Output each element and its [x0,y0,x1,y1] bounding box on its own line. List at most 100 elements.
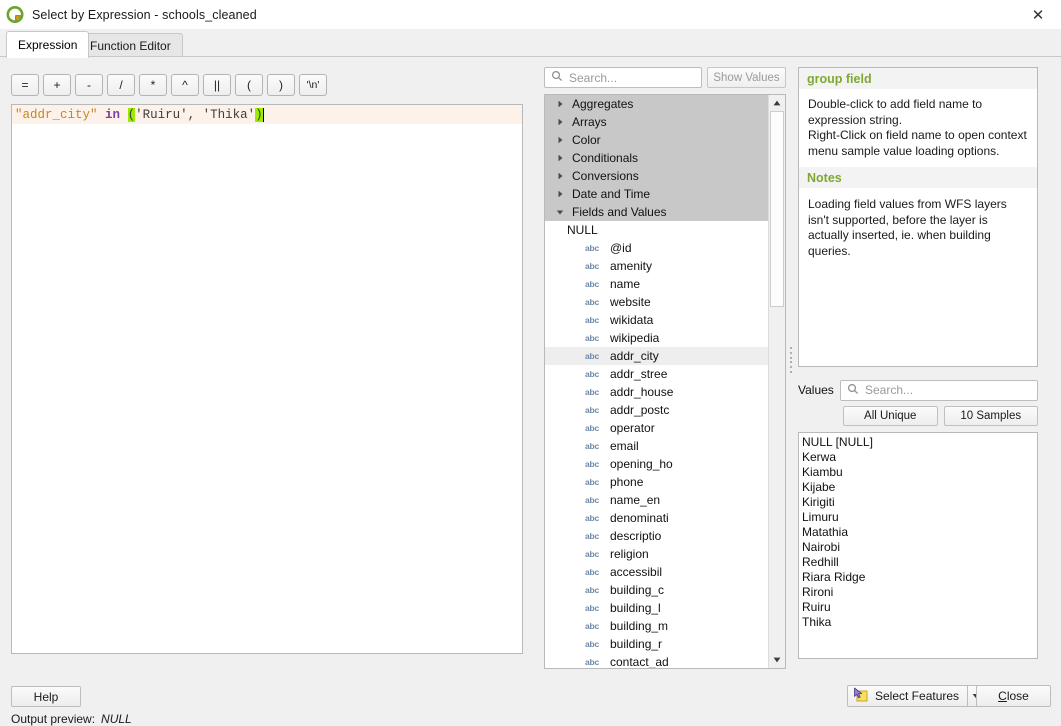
values-list-item[interactable]: Kiambu [802,465,1037,480]
abc-icon: abc [585,567,600,577]
tab-expression[interactable]: Expression [6,31,90,58]
operator-button-minus[interactable]: - [75,74,103,96]
tree-field-null[interactable]: NULL [545,221,769,239]
values-list-item[interactable]: Thika [802,615,1037,630]
tree-field-phone[interactable]: abc phone [545,473,769,491]
tree-field-wikidata[interactable]: abc wikidata [545,311,769,329]
tree-field-label: building_r [610,637,663,651]
function-tree-scrollbar[interactable] [768,95,785,668]
tree-field-denominati[interactable]: abc denominati [545,509,769,527]
values-list-item[interactable]: Limuru [802,510,1037,525]
tree-field-wikipedia[interactable]: abc wikipedia [545,329,769,347]
tree-field-building-l[interactable]: abc building_l [545,599,769,617]
values-list-item[interactable]: NULL [NULL] [802,435,1037,450]
abc-icon: abc [585,423,600,433]
values-list-item[interactable]: Rironi [802,585,1037,600]
close-icon[interactable]: ✕ [1015,0,1061,29]
abc-icon: abc [585,441,600,451]
tree-field-building-c[interactable]: abc building_c [545,581,769,599]
abc-icon: abc [585,243,600,253]
abc-icon: abc [585,459,600,469]
tree-field-website[interactable]: abc website [545,293,769,311]
tab-function-editor[interactable]: Function Editor [78,33,183,57]
values-list-item[interactable]: Kerwa [802,450,1037,465]
scrollbar-thumb[interactable] [770,111,784,307]
tree-field-amenity[interactable]: abc amenity [545,257,769,275]
tree-field-religion[interactable]: abc religion [545,545,769,563]
ten-samples-button[interactable]: 10 Samples [943,406,1038,426]
values-list-item[interactable]: Riara Ridge [802,570,1037,585]
tree-field-label: building_m [610,619,669,633]
help-button[interactable]: Help [11,686,81,707]
chevron-right-icon[interactable] [552,154,568,162]
function-search-input[interactable]: Search... [544,67,702,88]
operator-button-multiply[interactable]: * [139,74,167,96]
tree-field-opening-ho[interactable]: abc opening_ho [545,455,769,473]
select-features-button[interactable]: Select Features [847,685,968,707]
chevron-right-icon[interactable] [552,136,568,144]
chevron-down-icon[interactable] [552,209,568,216]
operator-button-plus[interactable]: + [43,74,71,96]
tree-field-descriptio[interactable]: abc descriptio [545,527,769,545]
values-search-input[interactable]: Search... [840,379,1038,401]
tree-field-addr-city[interactable]: abc addr_city [545,347,769,365]
close-button[interactable]: Close [976,685,1051,707]
chevron-right-icon[interactable] [552,100,568,108]
tree-category-conversions[interactable]: Conversions [545,167,769,185]
chevron-right-icon[interactable] [552,118,568,126]
abc-icon: abc [585,495,600,505]
tree-category-color[interactable]: Color [545,131,769,149]
tree-field-contact-ad[interactable]: abc contact_ad [545,653,769,668]
tree-field-addr-house[interactable]: abc addr_house [545,383,769,401]
tree-category-arrays[interactable]: Arrays [545,113,769,131]
tree-field-operator[interactable]: abc operator [545,419,769,437]
qgis-logo-icon [6,5,24,24]
chevron-right-icon[interactable] [552,190,568,198]
tree-field-building-m[interactable]: abc building_m [545,617,769,635]
tree-category-fields-and-values[interactable]: Fields and Values [545,203,769,221]
values-list-item[interactable]: Nairobi [802,540,1037,555]
tree-field-addr-postc[interactable]: abc addr_postc [545,401,769,419]
search-icon [847,383,859,398]
scroll-down-icon[interactable] [769,652,785,668]
tree-category-conditionals[interactable]: Conditionals [545,149,769,167]
scrollbar-track[interactable] [769,307,785,652]
all-unique-button[interactable]: All Unique [843,406,938,426]
expression-editor[interactable]: "addr_city" in ('Ruiru', 'Thika') [11,104,523,654]
tree-field-label: amenity [610,259,653,273]
select-features-icon [853,687,869,706]
values-list[interactable]: NULL [NULL] Kerwa Kiambu Kijabe Kirigiti… [798,432,1038,659]
values-list-item[interactable]: Matathia [802,525,1037,540]
operator-button-equals[interactable]: = [11,74,39,96]
tree-field-id[interactable]: abc @id [545,239,769,257]
operator-button-open-paren[interactable]: ( [235,74,263,96]
function-tree[interactable]: Aggregates Arrays Color Conditionals Con… [544,94,786,669]
tree-category-label: Conversions [572,169,639,183]
tree-field-name[interactable]: abc name [545,275,769,293]
tree-field-email[interactable]: abc email [545,437,769,455]
tree-category-aggregates[interactable]: Aggregates [545,95,769,113]
operator-button-power[interactable]: ^ [171,74,199,96]
tree-field-addr-stree[interactable]: abc addr_stree [545,365,769,383]
panel-splitter-handle[interactable] [790,347,795,373]
values-list-item[interactable]: Kirigiti [802,495,1037,510]
show-values-button[interactable]: Show Values [707,67,786,88]
tree-category-label: Color [572,133,601,147]
values-list-item[interactable]: Kijabe [802,480,1037,495]
operator-button-close-paren[interactable]: ) [267,74,295,96]
tree-field-name-en[interactable]: abc name_en [545,491,769,509]
values-list-item[interactable]: Redhill [802,555,1037,570]
chevron-right-icon[interactable] [552,172,568,180]
tree-field-accessibil[interactable]: abc accessibil [545,563,769,581]
abc-icon: abc [585,531,600,541]
operator-button-concat[interactable]: || [203,74,231,96]
tree-field-building-r[interactable]: abc building_r [545,635,769,653]
tree-field-label: phone [610,475,644,489]
window-titlebar: Select by Expression - schools_cleaned ✕ [0,0,1061,29]
scroll-up-icon[interactable] [769,95,785,111]
operator-button-newline[interactable]: '\n' [299,74,327,96]
tree-category-date-and-time[interactable]: Date and Time [545,185,769,203]
output-preview-label: Output preview: [11,712,96,726]
operator-button-divide[interactable]: / [107,74,135,96]
values-list-item[interactable]: Ruiru [802,600,1037,615]
